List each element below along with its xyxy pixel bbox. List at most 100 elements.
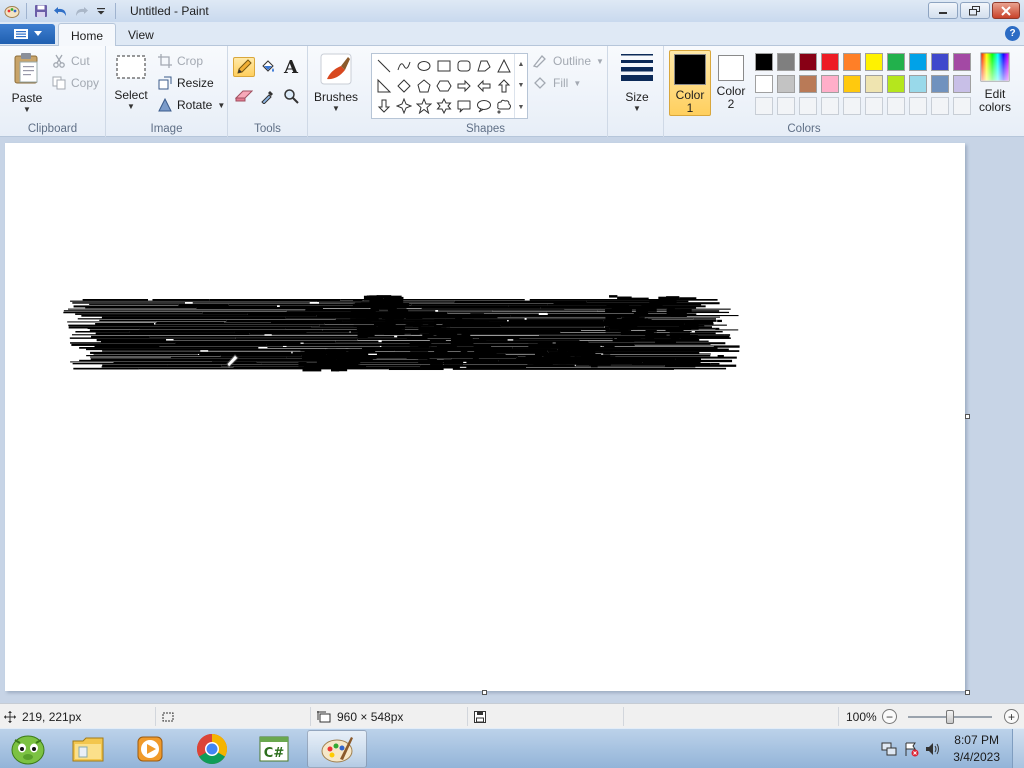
outline-button[interactable]: Outline ▼ xyxy=(532,51,604,71)
tab-home[interactable]: Home xyxy=(58,23,117,47)
network-icon[interactable] xyxy=(881,741,897,757)
shape-rectangle[interactable] xyxy=(434,56,454,76)
palette-swatch[interactable] xyxy=(775,51,797,73)
custom-color-slot[interactable] xyxy=(951,95,973,117)
canvas-resize-handle-corner[interactable] xyxy=(965,690,970,695)
zoom-out-button[interactable]: − xyxy=(882,709,897,724)
show-desktop-button[interactable] xyxy=(1012,729,1024,768)
shape-right-arrow[interactable] xyxy=(454,76,474,96)
palette-swatch[interactable] xyxy=(863,73,885,95)
resize-button[interactable]: Resize xyxy=(158,73,214,93)
shape-five-point-star[interactable] xyxy=(414,96,434,116)
pencil-icon[interactable] xyxy=(233,57,255,77)
shape-rounded-rectangle[interactable] xyxy=(454,56,474,76)
shape-down-arrow[interactable] xyxy=(374,96,394,116)
close-button[interactable] xyxy=(992,2,1020,19)
palette-swatch[interactable] xyxy=(929,73,951,95)
shape-curve[interactable] xyxy=(394,56,414,76)
select-button[interactable]: Select ▼ xyxy=(114,54,148,111)
shape-line[interactable] xyxy=(374,56,394,76)
save-icon[interactable] xyxy=(31,1,51,21)
customize-qat-icon[interactable] xyxy=(91,1,111,21)
size-button[interactable]: Size ▼ xyxy=(617,52,657,113)
color2-button[interactable]: Color 2 xyxy=(713,53,749,111)
shape-left-arrow[interactable] xyxy=(474,76,494,96)
volume-icon[interactable] xyxy=(925,741,941,757)
palette-swatch[interactable] xyxy=(797,51,819,73)
palette-swatch[interactable] xyxy=(775,73,797,95)
custom-color-slot[interactable] xyxy=(863,95,885,117)
fill-icon[interactable] xyxy=(257,57,279,77)
palette-swatch[interactable] xyxy=(929,51,951,73)
shape-rounded-callout[interactable] xyxy=(454,96,474,116)
text-icon[interactable]: A xyxy=(280,57,302,78)
media-player-icon[interactable] xyxy=(120,730,180,768)
file-explorer-icon[interactable] xyxy=(58,730,118,768)
gallery-expand-icon[interactable]: ▼ xyxy=(518,104,525,111)
chrome-icon[interactable] xyxy=(182,730,242,768)
palette-swatch[interactable] xyxy=(951,51,973,73)
shape-right-triangle[interactable] xyxy=(374,76,394,96)
copy-button[interactable]: Copy xyxy=(52,73,99,93)
palette-swatch[interactable] xyxy=(863,51,885,73)
brushes-button[interactable]: Brushes ▼ xyxy=(313,52,359,113)
custom-color-slot[interactable] xyxy=(819,95,841,117)
tab-view[interactable]: View xyxy=(116,23,166,47)
zoom-slider-thumb[interactable] xyxy=(946,710,954,724)
csharp-icon[interactable]: C# xyxy=(244,730,304,768)
canvas-resize-handle-right[interactable] xyxy=(965,414,970,419)
start-orb-icon[interactable] xyxy=(0,730,56,768)
custom-color-slot[interactable] xyxy=(929,95,951,117)
gallery-down-icon[interactable]: ▼ xyxy=(518,82,525,89)
custom-color-slot[interactable] xyxy=(753,95,775,117)
paint-app-icon[interactable] xyxy=(2,1,22,21)
paste-button[interactable]: Paste ▼ xyxy=(8,51,46,114)
undo-icon[interactable] xyxy=(51,1,71,21)
shape-hexagon[interactable] xyxy=(434,76,454,96)
palette-swatch[interactable] xyxy=(819,73,841,95)
shape-four-point-star[interactable] xyxy=(394,96,414,116)
paint-menu-button[interactable] xyxy=(0,24,55,44)
shape-cloud-callout[interactable] xyxy=(494,96,514,116)
palette-swatch[interactable] xyxy=(907,51,929,73)
shape-oval[interactable] xyxy=(414,56,434,76)
zoom-in-button[interactable]: + xyxy=(1004,709,1019,724)
shape-polygon[interactable] xyxy=(474,56,494,76)
action-center-icon[interactable] xyxy=(903,741,919,757)
custom-color-slot[interactable] xyxy=(797,95,819,117)
rotate-button[interactable]: Rotate ▼ xyxy=(158,95,225,115)
magnifier-icon[interactable] xyxy=(280,86,302,106)
canvas-resize-handle-bottom[interactable] xyxy=(482,690,487,695)
custom-color-slot[interactable] xyxy=(775,95,797,117)
cut-button[interactable]: Cut xyxy=(52,51,90,71)
custom-color-slot[interactable] xyxy=(841,95,863,117)
custom-color-slot[interactable] xyxy=(885,95,907,117)
palette-swatch[interactable] xyxy=(753,73,775,95)
redo-icon[interactable] xyxy=(71,1,91,21)
palette-swatch[interactable] xyxy=(885,51,907,73)
crop-button[interactable]: Crop xyxy=(158,51,203,71)
shape-triangle[interactable] xyxy=(494,56,514,76)
palette-swatch[interactable] xyxy=(885,73,907,95)
shape-up-arrow[interactable] xyxy=(494,76,514,96)
palette-swatch[interactable] xyxy=(753,51,775,73)
palette-swatch[interactable] xyxy=(819,51,841,73)
custom-color-slot[interactable] xyxy=(907,95,929,117)
fill-button[interactable]: Fill ▼ xyxy=(532,73,581,93)
drawing-canvas[interactable] xyxy=(5,143,965,691)
palette-swatch[interactable] xyxy=(841,73,863,95)
paint-icon[interactable] xyxy=(307,730,367,768)
palette-swatch[interactable] xyxy=(797,73,819,95)
palette-swatch[interactable] xyxy=(951,73,973,95)
color-picker-icon[interactable] xyxy=(257,86,279,106)
shapes-gallery-scroll[interactable]: ▲ ▼ ▼ xyxy=(514,54,527,118)
shape-pentagon[interactable] xyxy=(414,76,434,96)
minimize-button[interactable] xyxy=(928,2,958,19)
shape-oval-callout[interactable] xyxy=(474,96,494,116)
shape-diamond[interactable] xyxy=(394,76,414,96)
restore-button[interactable] xyxy=(960,2,990,19)
eraser-icon[interactable] xyxy=(233,86,255,106)
color1-button[interactable]: Color 1 xyxy=(669,50,711,116)
help-icon[interactable]: ? xyxy=(1005,26,1020,41)
shape-six-point-star[interactable] xyxy=(434,96,454,116)
